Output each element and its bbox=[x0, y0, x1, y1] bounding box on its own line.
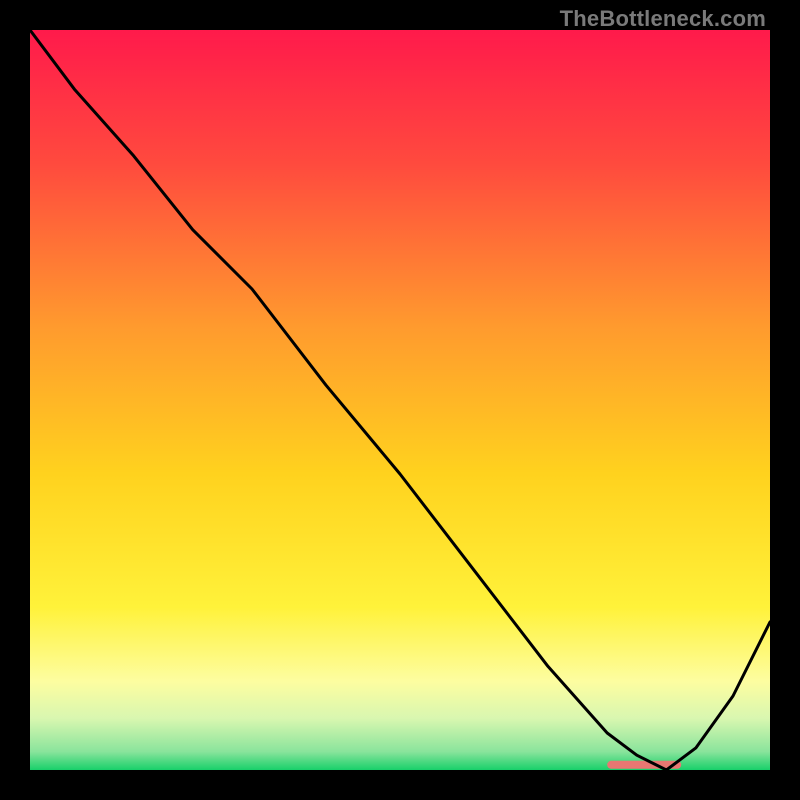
gradient-background bbox=[30, 30, 770, 770]
chart-svg bbox=[30, 30, 770, 770]
plot-area bbox=[30, 30, 770, 770]
chart-frame: TheBottleneck.com bbox=[0, 0, 800, 800]
watermark-text: TheBottleneck.com bbox=[560, 6, 766, 32]
